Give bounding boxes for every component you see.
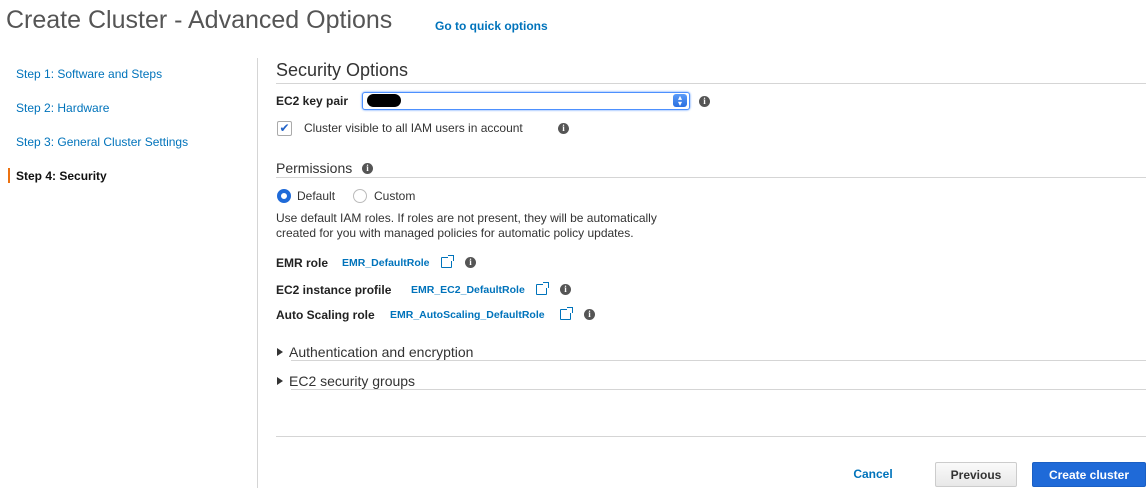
autoscaling-info-icon[interactable]: i	[584, 309, 595, 320]
instance-profile-label: EC2 instance profile	[276, 283, 392, 297]
radio-custom[interactable]	[353, 189, 367, 203]
permissions-info-icon[interactable]: i	[362, 163, 373, 174]
permissions-description: Use default IAM roles. If roles are not …	[276, 211, 716, 241]
sidebar-step-2[interactable]: Step 2: Hardware	[16, 101, 109, 115]
description-line-1: Use default IAM roles. If roles are not …	[276, 211, 657, 225]
description-line-2: created for you with managed policies fo…	[276, 226, 634, 240]
sidebar-step-4[interactable]: Step 4: Security	[8, 168, 107, 183]
autoscaling-link[interactable]: EMR_AutoScaling_DefaultRole	[390, 309, 545, 321]
footer-divider	[276, 436, 1146, 437]
redacted-value	[367, 94, 401, 107]
emr-role-info-icon[interactable]: i	[465, 257, 476, 268]
cancel-button[interactable]: Cancel	[842, 462, 904, 487]
permissions-title: Permissions	[276, 160, 353, 176]
caret-right-icon	[277, 377, 283, 385]
visible-checkbox[interactable]: ✔	[277, 121, 292, 136]
instance-profile-info-icon[interactable]: i	[560, 284, 571, 295]
key-pair-select[interactable]: ▴ ▾	[362, 92, 690, 110]
security-groups-underline	[291, 389, 1146, 390]
create-cluster-button[interactable]: Create cluster	[1032, 462, 1146, 487]
visible-info-icon[interactable]: i	[558, 123, 569, 134]
sidebar-step-3[interactable]: Step 3: General Cluster Settings	[16, 135, 188, 149]
sidebar: Step 1: Software and Steps Step 2: Hardw…	[0, 0, 258, 488]
permissions-underline	[276, 177, 1146, 178]
key-pair-label: EC2 key pair	[276, 94, 349, 108]
instance-profile-link[interactable]: EMR_EC2_DefaultRole	[411, 284, 525, 296]
visible-checkbox-label: Cluster visible to all IAM users in acco…	[304, 121, 523, 135]
security-groups-expander-label: EC2 security groups	[289, 373, 416, 389]
section-title: Security Options	[276, 60, 409, 80]
security-groups-expander[interactable]: EC2 security groups	[277, 373, 415, 389]
previous-button[interactable]: Previous	[935, 462, 1017, 487]
sidebar-step-1[interactable]: Step 1: Software and Steps	[16, 67, 162, 81]
emr-role-link[interactable]: EMR_DefaultRole	[342, 257, 430, 269]
select-arrows-icon: ▴ ▾	[673, 94, 687, 108]
caret-right-icon	[277, 348, 283, 356]
external-link-icon[interactable]	[560, 307, 573, 320]
external-link-icon[interactable]	[536, 282, 549, 295]
auth-underline	[291, 360, 1146, 361]
sidebar-divider	[257, 58, 258, 488]
radio-default-label: Default	[297, 189, 336, 203]
key-pair-info-icon[interactable]: i	[699, 96, 710, 107]
external-link-icon[interactable]	[441, 255, 454, 268]
autoscaling-label: Auto Scaling role	[276, 308, 375, 322]
go-to-quick-options-link[interactable]: Go to quick options	[435, 19, 548, 33]
auth-expander[interactable]: Authentication and encryption	[277, 344, 473, 360]
auth-expander-label: Authentication and encryption	[289, 344, 474, 360]
checkmark-icon: ✔	[279, 121, 290, 135]
radio-custom-label: Custom	[374, 189, 416, 203]
radio-default[interactable]	[277, 189, 291, 203]
section-title-underline	[276, 83, 1146, 84]
emr-role-label: EMR role	[276, 256, 329, 270]
